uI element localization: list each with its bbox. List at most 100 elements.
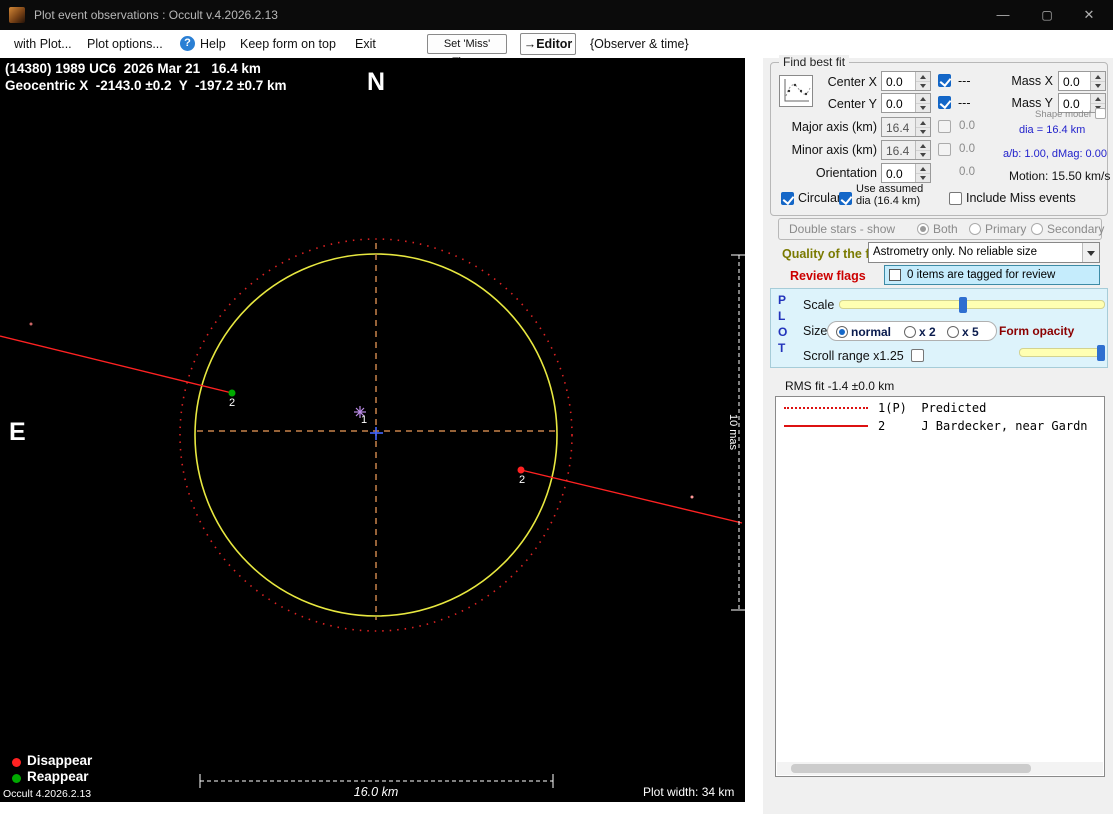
scale-slider[interactable]	[839, 297, 1105, 313]
orientation-input[interactable]: 0.0	[881, 163, 931, 183]
mass-x-value[interactable]: 0.0	[1059, 72, 1090, 90]
reappear-number-label: 2	[229, 397, 236, 409]
center-y-dash: ---	[958, 96, 971, 110]
circular-checkbox[interactable]	[781, 192, 794, 205]
stray-dot-east	[690, 495, 694, 499]
size-x5-label: x 5	[962, 325, 979, 339]
center-x-dash: ---	[958, 74, 971, 88]
menu-exit[interactable]: Exit	[355, 37, 376, 51]
mass-x-input[interactable]: 0.0	[1058, 71, 1106, 91]
center-x-value[interactable]: 0.0	[882, 72, 915, 90]
disappear-legend-dot	[12, 758, 21, 767]
editor-button[interactable]: →Editor	[520, 33, 576, 55]
review-flags-label: Review flags	[790, 269, 866, 283]
help-icon[interactable]: ?	[180, 36, 195, 51]
minor-axis-value[interactable]: 16.4	[882, 141, 915, 159]
chord-west[interactable]	[0, 335, 233, 394]
dropdown-arrow-icon[interactable]	[1082, 243, 1099, 262]
fit-graph-icon	[784, 79, 811, 102]
app-icon	[9, 7, 25, 23]
include-miss-label: Include Miss events	[966, 191, 1076, 205]
center-y-checkbox[interactable]	[938, 96, 951, 109]
menu-plot-options[interactable]: Plot options...	[87, 37, 163, 51]
review-flags-checkbox[interactable]	[889, 269, 901, 281]
use-assumed-checkbox[interactable]	[839, 192, 852, 205]
plot-letter-p: P	[778, 293, 787, 307]
orientation-spinner[interactable]	[915, 164, 930, 182]
fit-button[interactable]	[779, 75, 813, 107]
include-miss-checkbox[interactable]	[949, 192, 962, 205]
list-item[interactable]: 2 J Bardecker, near Gardn	[784, 418, 1104, 433]
stray-dot-west	[29, 322, 33, 326]
minor-axis-spinner[interactable]	[915, 141, 930, 159]
plot-width-text: Plot width: 34 km	[643, 785, 735, 799]
observations-list[interactable]: 1(P) Predicted 2 J Bardecker, near Gardn	[775, 396, 1105, 777]
quality-fit-dropdown[interactable]: Astrometry only. No reliable size	[868, 242, 1100, 263]
quality-fit-value: Astrometry only. No reliable size	[873, 246, 1038, 258]
close-button[interactable]: ✕	[1067, 0, 1111, 30]
rms-text: RMS fit -1.4 ±0.0 km	[785, 379, 895, 393]
double-stars-primary-radio[interactable]	[969, 223, 981, 235]
double-stars-secondary-radio[interactable]	[1031, 223, 1043, 235]
major-axis-checkbox[interactable]	[938, 120, 951, 133]
menu-keep-on-top[interactable]: Keep form on top	[240, 37, 336, 51]
circular-label: Circular	[798, 191, 842, 205]
scroll-range-label: Scroll range x1.25	[803, 349, 904, 363]
center-x-input[interactable]: 0.0	[881, 71, 931, 91]
find-best-fit-title: Find best fit	[779, 55, 850, 69]
legend-reappear-label: Reappear	[27, 769, 89, 784]
window-title: Plot event observations : Occult v.4.202…	[34, 8, 278, 22]
minor-axis-input[interactable]: 16.4	[881, 140, 931, 160]
center-x-checkbox[interactable]	[938, 74, 951, 87]
plot-header-line1: (14380) 1989 UC6 2026 Mar 21 16.4 km	[5, 61, 261, 76]
list-item[interactable]: 1(P) Predicted	[784, 400, 1104, 415]
scroll-range-checkbox[interactable]	[911, 349, 924, 362]
review-flags-box: 0 items are tagged for review	[884, 265, 1100, 285]
size-x2-label: x 2	[919, 325, 936, 339]
menu-with-plot[interactable]: with Plot...	[14, 37, 72, 51]
east-label: E	[9, 418, 26, 446]
double-stars-both-radio[interactable]	[917, 223, 929, 235]
size-x5-radio[interactable]	[947, 326, 959, 338]
horizontal-scrollbar-thumb[interactable]	[791, 764, 1031, 773]
center-y-spinner[interactable]	[915, 94, 930, 112]
scale-slider-thumb[interactable]	[959, 297, 967, 313]
vertical-scale-label: 10 mas	[727, 413, 739, 451]
minimize-button[interactable]: —	[981, 0, 1025, 30]
double-stars-group: Double stars - show Both Primary Seconda…	[778, 218, 1104, 240]
size-normal-radio[interactable]	[836, 326, 848, 338]
minor-axis-extra: 0.0	[959, 143, 975, 155]
major-axis-extra: 0.0	[959, 120, 975, 132]
menu-observer-time[interactable]: {Observer & time}	[590, 37, 689, 51]
reappear-point[interactable]	[228, 389, 236, 397]
minor-axis-label: Minor axis (km)	[791, 143, 877, 157]
set-miss-times-button[interactable]: Set 'Miss' Times	[427, 34, 507, 68]
plot-header-line2: Geocentric X -2143.0 ±0.2 Y -197.2 ±0.7 …	[5, 78, 287, 93]
menu-help[interactable]: Help	[200, 37, 226, 51]
major-axis-spinner[interactable]	[915, 118, 930, 136]
plot-canvas[interactable]: (14380) 1989 UC6 2026 Mar 21 16.4 km Geo…	[0, 58, 745, 802]
version-text: Occult 4.2026.2.13	[3, 788, 92, 800]
minor-axis-checkbox[interactable]	[938, 143, 951, 156]
major-axis-input[interactable]: 16.4	[881, 117, 931, 137]
right-panel: Find best fit Center X 0.0 --- Mass X 0.…	[745, 55, 1113, 814]
center-y-input[interactable]: 0.0	[881, 93, 931, 113]
opacity-slider[interactable]	[1019, 345, 1105, 361]
disappear-number-label: 2	[519, 474, 526, 486]
horizontal-scale-label: 16.0 km	[353, 785, 399, 799]
center-y-value[interactable]: 0.0	[882, 94, 915, 112]
scale-label: Scale	[803, 298, 835, 312]
opacity-slider-thumb[interactable]	[1097, 345, 1105, 361]
dia-note: dia = 16.4 km	[1019, 124, 1086, 136]
disappear-point[interactable]	[517, 466, 525, 474]
shape-model-checkbox[interactable]	[1095, 108, 1106, 119]
size-x2-radio[interactable]	[904, 326, 916, 338]
center-x-spinner[interactable]	[915, 72, 930, 90]
maximize-button[interactable]: ▢	[1025, 0, 1069, 30]
star-number-label: 1	[361, 414, 368, 426]
horizontal-scrollbar[interactable]	[777, 762, 1103, 775]
orientation-value[interactable]: 0.0	[882, 164, 915, 182]
titlebar: Plot event observations : Occult v.4.202…	[0, 0, 1113, 30]
mass-x-spinner[interactable]	[1090, 72, 1105, 90]
major-axis-value[interactable]: 16.4	[882, 118, 915, 136]
